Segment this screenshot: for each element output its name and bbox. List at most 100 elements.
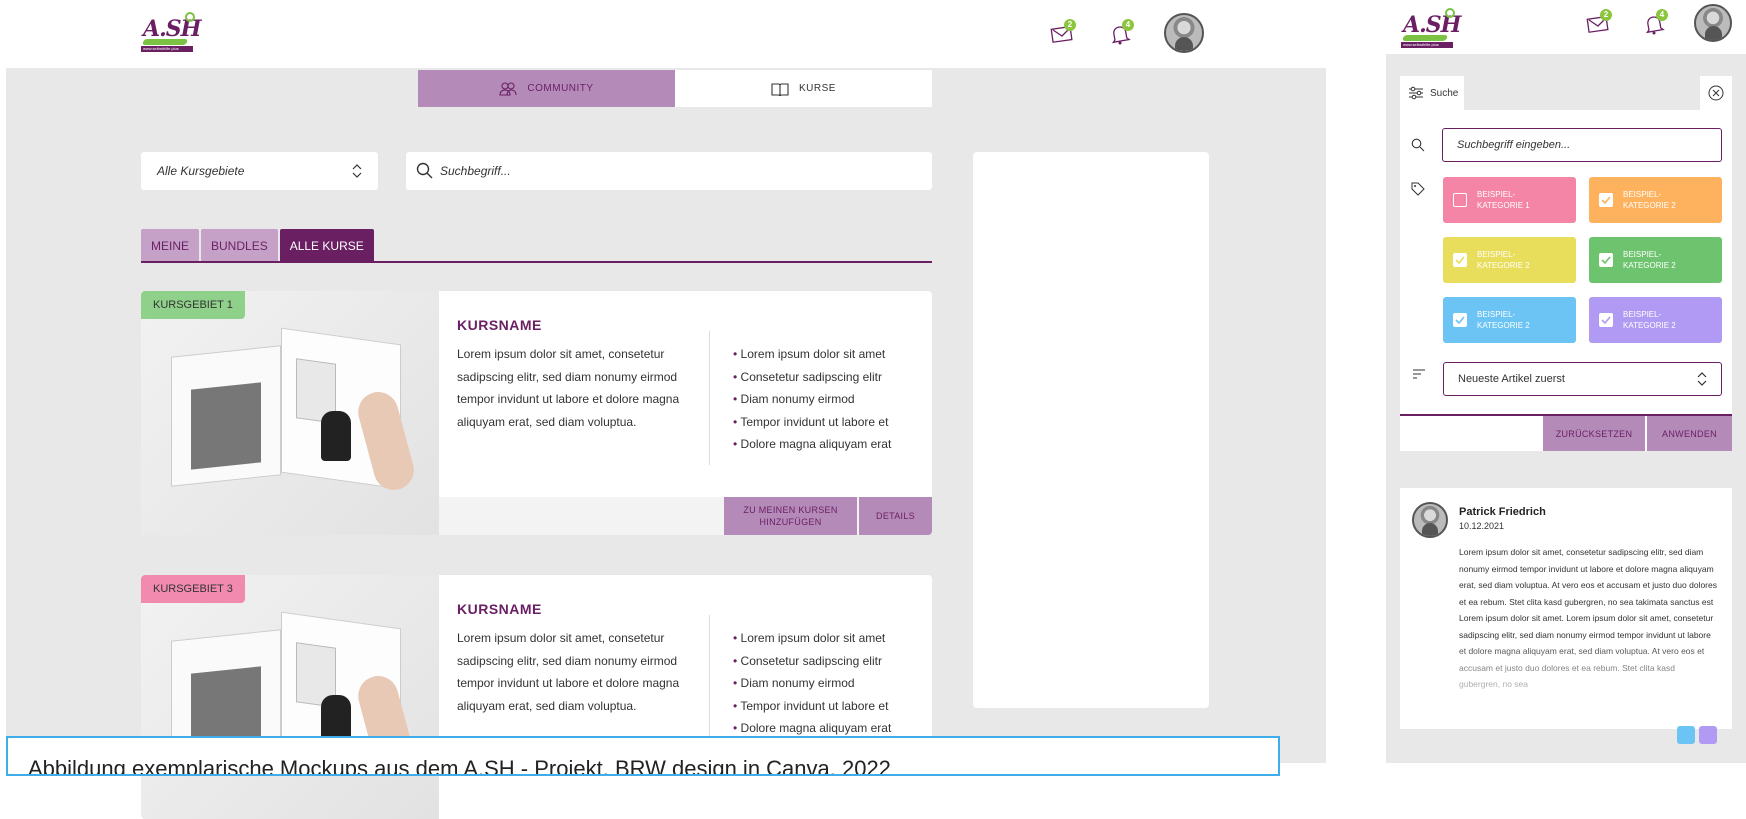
course-area-badge: KURSGEBIET 1	[141, 291, 245, 319]
check-icon	[1455, 256, 1465, 265]
filter-tab-suche[interactable]: Suche	[1400, 76, 1464, 110]
post-author-avatar[interactable]	[1412, 502, 1448, 538]
bell-badge: 4	[1656, 9, 1668, 21]
details-button[interactable]: DETAILS	[859, 497, 932, 535]
logo[interactable]: A.SH www.selbsthilfe.plus	[141, 12, 201, 52]
course-title[interactable]: KURSNAME	[457, 317, 542, 333]
bullet-item: Lorem ipsum dolor sit amet	[733, 343, 891, 366]
tab-kurse[interactable]: KURSE	[675, 70, 932, 107]
chevron-updown-icon	[1697, 372, 1707, 386]
category-chip[interactable]: BEISPIEL-KATEGORIE 2	[1589, 237, 1722, 283]
tab-kurse-label: KURSE	[799, 83, 836, 94]
post-fade-overlay	[1400, 638, 1732, 729]
bell-badge: 4	[1122, 19, 1134, 31]
checkbox-checked[interactable]	[1453, 313, 1467, 327]
figure-caption: Abbildung exemplarische Mockups aus dem …	[6, 736, 1280, 776]
course-area-badge: KURSGEBIET 3	[141, 575, 245, 603]
apply-button[interactable]: ANWENDEN	[1647, 416, 1732, 451]
book-icon	[771, 82, 789, 96]
category-chip[interactable]: BEISPIEL-KATEGORIE 2	[1589, 177, 1722, 223]
course-area-select-value: Alle Kursgebiete	[157, 164, 245, 178]
category-chip-label: BEISPIEL-KATEGORIE 1	[1477, 190, 1530, 210]
tab-meine[interactable]: MEINE	[141, 229, 200, 262]
close-icon	[1708, 85, 1724, 101]
sort-select-value: Neueste Artikel zuerst	[1458, 373, 1565, 385]
course-area-select[interactable]: Alle Kursgebiete	[141, 152, 378, 190]
users-icon	[499, 81, 517, 96]
reset-button[interactable]: ZURÜCKSETZEN	[1543, 416, 1645, 451]
check-icon	[1455, 316, 1465, 325]
card-divider	[709, 615, 710, 749]
mobile-logo[interactable]: A.SH www.selbsthilfe.plus	[1401, 8, 1461, 48]
chevron-updown-icon	[352, 164, 362, 178]
course-tabs-underline	[141, 261, 932, 263]
checkbox-checked[interactable]	[1599, 253, 1613, 267]
post-author[interactable]: Patrick Friedrich	[1459, 506, 1546, 518]
mobile-notifications-button[interactable]: 4	[1642, 9, 1668, 38]
filter-search-placeholder: Suchbegriff eingeben...	[1457, 139, 1571, 151]
course-search-input[interactable]: Suchbegriff...	[406, 152, 932, 190]
logo-url: www.selbsthilfe.plus	[141, 46, 193, 52]
course-bullets: Lorem ipsum dolor sit amet Consetetur sa…	[733, 627, 891, 740]
tab-community[interactable]: COMMUNITY	[418, 70, 675, 107]
checkbox-checked[interactable]	[1599, 193, 1613, 207]
bullet-item: Tempor invidunt ut labore et	[733, 411, 891, 434]
checkbox-unchecked[interactable]	[1453, 193, 1467, 207]
filter-search-input[interactable]: Suchbegriff eingeben...	[1442, 128, 1722, 162]
notifications-button[interactable]: 4	[1108, 19, 1134, 48]
course-description: Lorem ipsum dolor sit amet, consetetur s…	[457, 631, 680, 713]
mobile-user-avatar[interactable]	[1694, 4, 1732, 42]
bullet-item: Dolore magna aliquyam erat	[733, 433, 892, 456]
mail-button[interactable]: 2	[1050, 19, 1076, 48]
course-title[interactable]: KURSNAME	[457, 601, 542, 617]
filter-close-button[interactable]	[1700, 76, 1732, 110]
pager-dot[interactable]	[1699, 726, 1717, 744]
course-image	[141, 575, 439, 819]
category-chip-label: BEISPIEL-KATEGORIE 2	[1623, 250, 1676, 270]
course-image	[141, 291, 439, 535]
bullet-item: Diam nonumy eirmod	[733, 672, 891, 695]
mail-badge: 2	[1600, 9, 1612, 21]
category-chip[interactable]: BEISPIEL-KATEGORIE 1	[1443, 177, 1576, 223]
bullet-item: Diam nonumy eirmod	[733, 388, 891, 411]
bullet-item: Consetetur sadipscing elitr	[733, 650, 891, 673]
filter-tab-label: Suche	[1430, 87, 1459, 99]
course-card: KURSGEBIET 1 KURSNAME Lorem ipsum dolor …	[141, 291, 932, 535]
mail-badge: 2	[1064, 19, 1076, 31]
category-chip[interactable]: BEISPIEL-KATEGORIE 2	[1443, 237, 1576, 283]
bullet-item: Consetetur sadipscing elitr	[733, 366, 891, 389]
logo-ring	[1445, 8, 1455, 18]
tab-alle-kurse[interactable]: ALLE KURSE	[279, 229, 374, 262]
post-date: 10.12.2021	[1459, 521, 1505, 531]
category-chip[interactable]: BEISPIEL-KATEGORIE 2	[1589, 297, 1722, 343]
search-icon	[1411, 138, 1425, 152]
logo-swoosh	[141, 39, 189, 45]
course-card: KURSGEBIET 3 KURSNAME Lorem ipsum dolor …	[141, 575, 932, 819]
course-filter-tabs: MEINE BUNDLES ALLE KURSE	[141, 229, 374, 262]
community-post: Patrick Friedrich 10.12.2021 Lorem ipsum…	[1400, 488, 1732, 729]
pager-dot[interactable]	[1677, 726, 1695, 744]
book-illustration	[171, 327, 419, 495]
mobile-mail-button[interactable]: 2	[1586, 9, 1612, 38]
check-icon	[1601, 196, 1611, 205]
category-chip-label: BEISPIEL-KATEGORIE 2	[1477, 250, 1530, 270]
tag-icon	[1411, 182, 1425, 196]
check-icon	[1601, 256, 1611, 265]
sliders-icon	[1409, 86, 1423, 100]
sort-icon	[1413, 369, 1425, 379]
tab-bundles[interactable]: BUNDLES	[201, 229, 278, 262]
bullet-item: Lorem ipsum dolor sit amet	[733, 627, 891, 650]
checkbox-checked[interactable]	[1453, 253, 1467, 267]
checkbox-checked[interactable]	[1599, 313, 1613, 327]
sort-select[interactable]: Neueste Artikel zuerst	[1443, 362, 1722, 396]
category-chip-label: BEISPIEL-KATEGORIE 2	[1623, 190, 1676, 210]
add-to-my-courses-button[interactable]: ZU MEINEN KURSEN HINZUFÜGEN	[724, 497, 857, 535]
tab-community-label: COMMUNITY	[527, 83, 594, 94]
logo-url: www.selbsthilfe.plus	[1401, 42, 1453, 48]
bullet-item: Tempor invidunt ut labore et	[733, 695, 891, 718]
user-avatar[interactable]	[1164, 13, 1204, 53]
category-chip[interactable]: BEISPIEL-KATEGORIE 2	[1443, 297, 1576, 343]
course-bullets: Lorem ipsum dolor sit amet Consetetur sa…	[733, 343, 891, 456]
check-icon	[1601, 316, 1611, 325]
section-tabs: COMMUNITY KURSE	[418, 70, 932, 107]
